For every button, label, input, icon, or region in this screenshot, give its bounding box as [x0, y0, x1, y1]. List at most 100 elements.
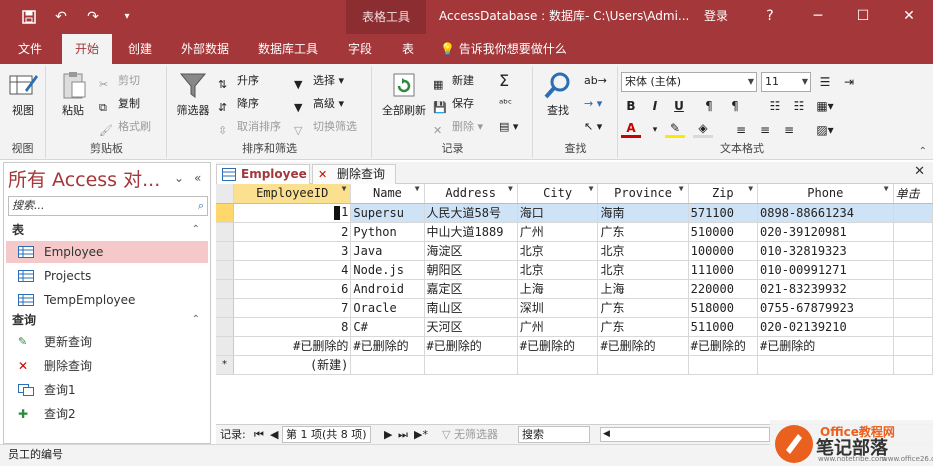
record-search-input[interactable]: 搜索	[518, 426, 590, 443]
new-record-button[interactable]: ▦ 新建	[433, 70, 474, 92]
table-cell-city[interactable]: 海口	[517, 203, 599, 223]
delete-record-button[interactable]: ✕ 删除 ▾	[433, 116, 483, 138]
table-cell-name[interactable]: Android	[350, 279, 425, 299]
new-record-cell[interactable]	[688, 355, 759, 375]
replace-button[interactable]: ab→	[584, 70, 607, 92]
italic-button[interactable]: I	[645, 96, 665, 116]
table-cell-province[interactable]: 广东	[597, 222, 689, 242]
search-icon[interactable]: ⌕	[198, 197, 204, 215]
next-record-button[interactable]: ▶	[384, 425, 392, 444]
table-row[interactable]: #已删除的 #已删除的 #已删除的 #已删除的 #已删除的 #已删除的 #已删除的	[216, 336, 933, 356]
table-cell-zip[interactable]: 571100	[688, 203, 759, 223]
table-cell-address[interactable]: 嘉定区	[424, 279, 518, 299]
table-cell-zip[interactable]: 510000	[688, 222, 759, 242]
new-record-nav-button[interactable]: ▶*	[414, 425, 428, 444]
table-row[interactable]: 3 Java 海淀区 北京 北京 100000 010-32819323	[216, 241, 933, 261]
redo-icon[interactable]: ↷	[80, 0, 106, 34]
login-link[interactable]: 登录	[704, 0, 728, 34]
bullets-icon[interactable]: ☷	[789, 96, 809, 116]
doc-tab-delete-query[interactable]: ✕ 删除查询	[312, 164, 396, 185]
chevron-down-icon[interactable]: ▼	[884, 184, 889, 193]
column-header-province[interactable]: Province ▼	[597, 184, 689, 204]
nav-item-query1[interactable]: 查询1	[6, 379, 208, 401]
table-cell-address[interactable]: 人民大道58号	[424, 203, 518, 223]
chevron-down-icon[interactable]: ▼	[679, 184, 684, 193]
table-cell-empty[interactable]	[893, 222, 933, 242]
new-record-cell[interactable]	[424, 355, 518, 375]
column-header-name[interactable]: Name ▼	[350, 184, 425, 204]
record-selector[interactable]	[216, 279, 235, 299]
collapse-ribbon-icon[interactable]: ⌃	[919, 146, 927, 157]
select-button[interactable]: ↖ ▾	[584, 116, 602, 138]
table-cell-province[interactable]: 广东	[597, 298, 689, 318]
table-cell-phone[interactable]: 021-83239932	[757, 279, 894, 299]
table-cell-employeeid[interactable]: 8	[233, 317, 352, 337]
table-row[interactable]: 1 Supersu 人民大道58号 海口 海南 571100 0898-88661234	[216, 203, 933, 223]
column-header-add-field[interactable]: 单击	[893, 184, 933, 204]
table-cell-phone[interactable]: 020-02139210	[757, 317, 894, 337]
table-cell-employeeid[interactable]: 6	[233, 279, 352, 299]
table-cell-address[interactable]: 南山区	[424, 298, 518, 318]
table-cell-city[interactable]: 广州	[517, 222, 599, 242]
table-cell-province[interactable]: 北京	[597, 260, 689, 280]
table-cell-province[interactable]: 上海	[597, 279, 689, 299]
table-cell-zip[interactable]: #已删除的	[688, 336, 759, 356]
font-size-select[interactable]: 11 ▼	[761, 72, 811, 92]
table-cell-province[interactable]: 广东	[597, 317, 689, 337]
remove-sort-button[interactable]: ⇳ 取消排序	[218, 116, 281, 138]
table-cell-city[interactable]: 北京	[517, 260, 599, 280]
table-cell-phone[interactable]: #已删除的	[757, 336, 894, 356]
new-record-cell[interactable]	[350, 355, 425, 375]
bold-button[interactable]: B	[621, 96, 641, 116]
table-cell-empty[interactable]	[893, 298, 933, 318]
align-left-icon[interactable]: ≡	[731, 120, 751, 140]
nav-section-tables[interactable]: 表 ⌃	[4, 220, 210, 240]
record-selector[interactable]	[216, 260, 235, 280]
find-button[interactable]: 查找	[538, 70, 578, 118]
nav-section-queries[interactable]: 查询 ⌃	[4, 310, 210, 330]
save-record-button[interactable]: 💾 保存	[433, 93, 474, 115]
table-cell-address[interactable]: #已删除的	[424, 336, 518, 356]
table-cell-city[interactable]: 上海	[517, 279, 599, 299]
cut-button[interactable]: ✂ 剪切	[99, 70, 140, 92]
table-cell-empty[interactable]	[893, 260, 933, 280]
table-cell-phone[interactable]: 010-32819323	[757, 241, 894, 261]
table-cell-city[interactable]: #已删除的	[517, 336, 599, 356]
table-cell-zip[interactable]: 220000	[688, 279, 759, 299]
new-record-marker[interactable]: *	[216, 355, 235, 375]
table-cell-name[interactable]: C#	[350, 317, 425, 337]
more-records-button[interactable]: ▤ ▾	[499, 116, 518, 138]
totals-button[interactable]: Σ	[499, 70, 509, 92]
table-row[interactable]: 8 C# 天河区 广州 广东 511000 020-02139210	[216, 317, 933, 337]
minimize-button[interactable]: ─	[795, 0, 841, 34]
tab-table[interactable]: 表	[388, 34, 428, 64]
column-header-zip[interactable]: Zip ▼	[688, 184, 759, 204]
chevron-down-icon[interactable]: ▾	[645, 120, 665, 140]
chevron-down-icon[interactable]: ▼	[415, 184, 420, 193]
close-document-icon[interactable]: ✕	[914, 164, 925, 179]
tab-file[interactable]: 文件	[6, 34, 54, 64]
tab-create[interactable]: 创建	[116, 34, 164, 64]
new-record-cell[interactable]	[597, 355, 689, 375]
tell-me-box[interactable]: 💡 告诉我你想要做什么	[440, 34, 580, 64]
table-cell-empty[interactable]	[893, 279, 933, 299]
format-painter-button[interactable]: 🖌 格式刷	[99, 116, 151, 138]
first-record-button[interactable]: ⏮	[254, 425, 264, 444]
table-cell-phone[interactable]: 020-39120981	[757, 222, 894, 242]
align-center-icon[interactable]: ≡	[755, 120, 775, 140]
table-cell-employeeid[interactable]: 3	[233, 241, 352, 261]
table-cell-empty[interactable]	[893, 203, 933, 223]
table-cell-phone[interactable]: 010-00991271	[757, 260, 894, 280]
gridlines-icon[interactable]: ▦▾	[815, 96, 835, 116]
align-right-icon[interactable]: ≡	[779, 120, 799, 140]
view-button[interactable]: 视图	[6, 70, 40, 118]
font-color-button[interactable]: A	[621, 120, 641, 138]
selection-button[interactable]: ▼ 选择 ▾	[294, 70, 344, 92]
chevron-down-icon[interactable]: ▼	[508, 184, 513, 193]
goto-button[interactable]: → ▾	[584, 93, 602, 115]
font-name-select[interactable]: 宋体 (主体) ▼	[621, 72, 757, 92]
nav-item-tempemployee[interactable]: TempEmployee	[6, 289, 208, 311]
table-cell-address[interactable]: 中山大道1889	[424, 222, 518, 242]
tab-database-tools[interactable]: 数据库工具	[248, 34, 328, 64]
table-cell-name[interactable]: Oracle	[350, 298, 425, 318]
